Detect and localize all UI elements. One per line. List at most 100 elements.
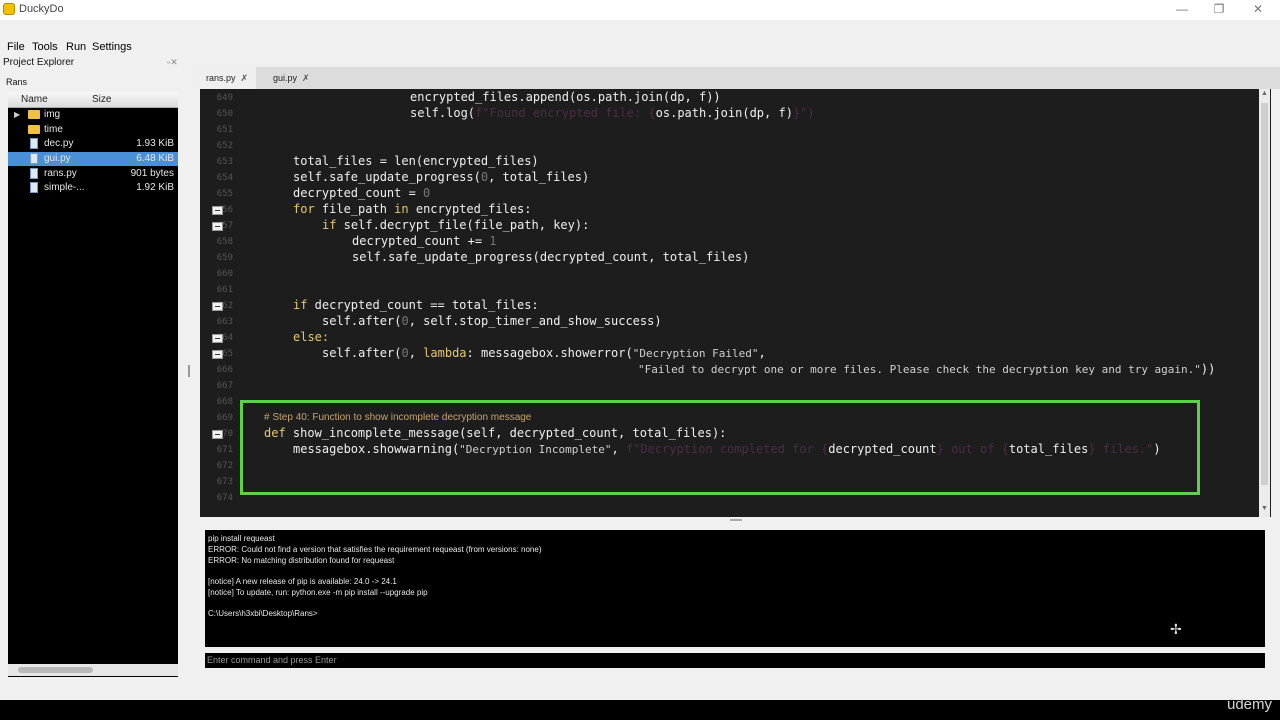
tab-label: rans.py [206,73,236,83]
scroll-down-icon[interactable]: ▼ [1261,505,1268,512]
app-logo-icon [3,3,15,15]
code-line: self.safe_update_progress(decrypted_coun… [352,250,750,264]
fold-toggle-icon[interactable] [212,302,223,311]
code-line: if decrypted_count == total_files: [293,298,539,312]
fold-toggle-icon[interactable] [212,350,223,359]
project-explorer-title: Project Explorer [3,57,75,68]
python-file-icon [30,168,38,179]
line-number: 668 [216,397,233,407]
line-number: 651 [216,125,233,135]
line-number: 671 [216,445,233,455]
title-bar: DuckyDo — ❐ ✕ [0,0,1280,20]
panel-float-icon[interactable]: ▫✕ [167,57,178,68]
line-number: 649 [216,93,233,103]
move-cursor-icon: ✢ [1170,621,1182,637]
terminal-line: [notice] A new release of pip is availab… [208,577,397,586]
code-line: self.safe_update_progress(0, total_files… [293,170,590,184]
code-line: else: [293,330,330,344]
code-line: decrypted_count += 1 [352,234,497,248]
close-tab-icon[interactable]: ✗ [241,73,249,83]
scrollbar-thumb[interactable] [18,667,93,673]
terminal-prompt: C:\Users\h3xbi\Desktop\Rans> [208,609,318,618]
tree-header: Name Size [8,92,178,108]
tree-item-label: simple-... [44,182,85,193]
tree-item-dec-py[interactable]: dec.py 1.93 KiB [8,137,178,151]
code-line: self.log(f"Found encrypted file: {os.pat… [410,106,815,120]
tree-item-gui-py[interactable]: gui.py 6.48 KiB [8,152,178,166]
tree-item-size: 1.92 KiB [136,182,174,193]
tree-item-label: img [44,109,61,120]
line-number: 667 [216,381,233,391]
tab-rans-py[interactable]: rans.py ✗ [198,67,257,89]
command-input-placeholder: Enter command and press Enter [207,655,337,665]
terminal-line: ERROR: No matching distribution found fo… [208,556,395,565]
expand-arrow-icon[interactable]: ▶ [14,110,20,119]
line-number: 654 [216,173,233,183]
code-line: "Failed to decrypt one or more files. Pl… [638,362,1216,376]
menu-file[interactable]: File [7,41,25,53]
line-number: 658 [216,237,233,247]
menu-bar [0,20,1280,37]
fold-toggle-icon[interactable] [212,222,223,231]
tree-item-label: time [44,124,63,135]
line-number: 673 [216,477,233,487]
tree-item-img[interactable]: ▶ img [8,108,178,122]
minimize-button[interactable]: — [1172,2,1192,16]
editor-vertical-scrollbar[interactable]: ▲ ▼ [1259,89,1270,517]
code-line: decrypted_count = 0 [293,186,431,200]
menu-tools[interactable]: Tools [32,41,58,53]
menu-settings[interactable]: Settings [92,41,132,53]
menu-run[interactable]: Run [66,41,86,53]
tree-item-size: 1.93 KiB [136,138,174,149]
line-number: 660 [216,269,233,279]
python-file-icon [30,153,38,164]
terminal-line: ERROR: Could not find a version that sat… [208,545,542,554]
code-line: total_files = len(encrypted_files) [293,154,539,168]
line-number: 655 [216,189,233,199]
fold-toggle-icon[interactable] [212,334,223,343]
code-line: encrypted_files.append(os.path.join(dp, … [410,90,721,104]
tree-item-size: 6.48 KiB [136,153,174,164]
line-number-gutter: 649 650 651 652 653 654 655 656 657 658 659 660 661 6… [200,89,236,517]
line-number: 669 [216,413,233,423]
scrollbar-thumb[interactable] [1261,103,1268,485]
file-tree[interactable]: Name Size ▶ img time dec.py 1.93 KiB gui… [8,92,178,677]
line-number: 653 [216,157,233,167]
code-line: if self.decrypt_file(file_path, key): [322,218,590,232]
close-tab-icon[interactable]: ✗ [302,73,310,83]
splitter-grip[interactable] [730,519,742,521]
code-line: self.after(0, self.stop_timer_and_show_s… [322,314,662,328]
tree-item-label: gui.py [44,153,71,164]
python-file-icon [30,182,38,193]
panel-splitter[interactable] [188,365,190,377]
line-number: 663 [216,317,233,327]
terminal-line: pip install requeast [208,534,275,543]
tree-item-simple[interactable]: simple-... 1.92 KiB [8,181,178,195]
scroll-up-icon[interactable]: ▲ [1261,90,1268,97]
tree-item-rans-py[interactable]: rans.py 901 bytes [8,167,178,181]
line-number: 674 [216,493,233,503]
tree-item-time[interactable]: time [8,123,178,137]
code-line: self.after(0, lambda: messagebox.showerr… [322,346,766,360]
command-input[interactable]: Enter command and press Enter [205,653,1265,668]
folder-icon [28,110,40,119]
fold-toggle-icon[interactable] [212,206,223,215]
column-size-header[interactable]: Size [92,94,111,105]
code-editor[interactable]: 649 650 651 652 653 654 655 656 657 658 659 660 661 6… [200,89,1271,517]
terminal-output[interactable]: pip install requeast ERROR: Could not fi… [205,530,1265,647]
close-button[interactable]: ✕ [1248,2,1268,16]
project-root-label: Rans [6,77,28,87]
tree-item-label: rans.py [44,168,77,179]
tree-horizontal-scrollbar[interactable] [8,664,178,676]
code-line: for file_path in encrypted_files: [293,202,532,216]
line-number: 650 [216,109,233,119]
line-number: 666 [216,365,233,375]
fold-toggle-icon[interactable] [212,430,223,439]
line-number: 672 [216,461,233,471]
line-number: 659 [216,253,233,263]
maximize-button[interactable]: ❐ [1209,2,1229,16]
tab-gui-py[interactable]: gui.py ✗ [265,67,318,89]
line-number: 652 [216,141,233,151]
highlight-box [240,400,1200,495]
column-name-header[interactable]: Name [21,94,48,105]
